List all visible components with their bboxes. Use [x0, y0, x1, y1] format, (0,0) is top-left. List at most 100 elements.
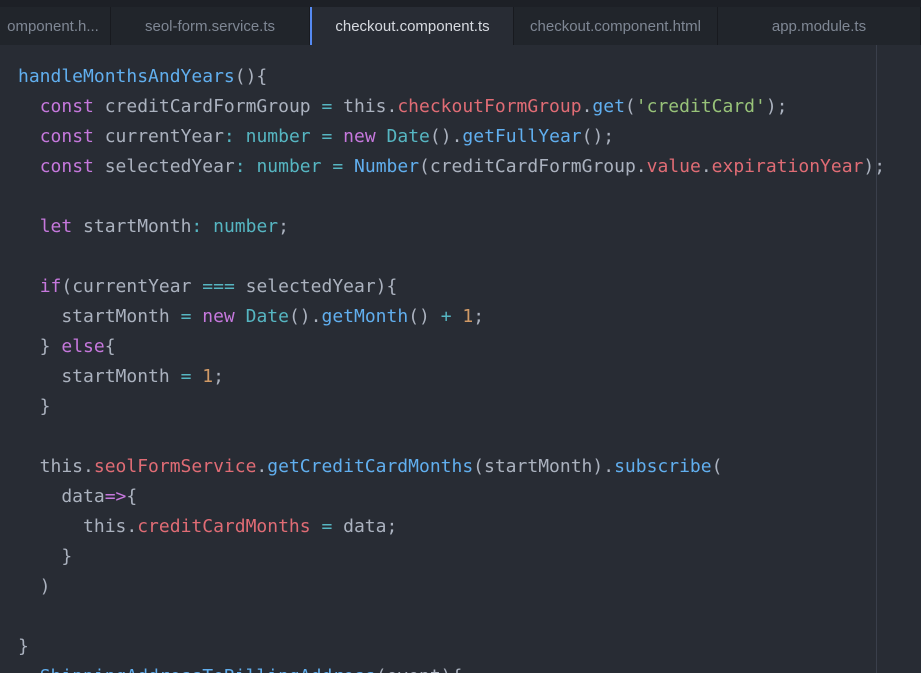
code-token: (){ — [234, 66, 268, 87]
tab-label: seol-form.service.ts — [144, 17, 276, 35]
code-token: Date — [245, 306, 289, 327]
code-token: new — [202, 306, 235, 327]
code-line[interactable]: startMonth = 1; — [18, 362, 885, 392]
code-token: creditCardMonths — [137, 516, 311, 537]
code-editor[interactable]: handleMonthsAndYears(){ const creditCard… — [0, 45, 921, 673]
code-token: = — [180, 306, 192, 327]
tab-label: checkout.component.ts — [335, 17, 490, 35]
code-token: . — [700, 156, 712, 177]
code-token: new — [343, 126, 376, 147]
code-line[interactable]: } else{ — [18, 332, 885, 362]
code-token: else — [61, 336, 105, 357]
code-line[interactable]: } — [18, 542, 885, 572]
code-token: ) — [18, 576, 51, 597]
code-token: number — [256, 156, 322, 177]
code-token: () — [408, 306, 441, 327]
code-line[interactable]: const creditCardFormGroup = this.checkou… — [18, 92, 885, 122]
code-token: expirationYear — [711, 156, 864, 177]
code-token: = — [321, 96, 333, 117]
tab-checkout-component-ts[interactable]: checkout.component.ts — [310, 7, 514, 45]
tab-label: app.module.ts — [771, 17, 867, 35]
code-line[interactable] — [18, 422, 885, 452]
code-token: } — [18, 336, 62, 357]
tab-bar-top-strip — [0, 0, 921, 7]
code-line[interactable]: const selectedYear: number = Number(cred… — [18, 152, 885, 182]
code-token: this. — [18, 456, 94, 477]
code-token: startMonth — [18, 366, 181, 387]
code-token: subscribe — [614, 456, 712, 477]
code-token: 1 — [202, 366, 214, 387]
code-token: : — [191, 216, 203, 237]
code-token: Date — [386, 126, 430, 147]
code-token: ShippingAddressToBillingAddress — [40, 666, 376, 673]
code-token: ); — [863, 156, 886, 177]
tab-seol-form-service[interactable]: seol-form.service.ts — [111, 7, 310, 45]
tab-label: omponent.h... — [7, 17, 99, 35]
code-token: { — [126, 486, 138, 507]
code-token: get — [592, 96, 625, 117]
code-token: (). — [429, 126, 463, 147]
code-line[interactable]: } — [18, 392, 885, 422]
code-token: (currentYear — [61, 276, 203, 297]
code-token: (startMonth). — [473, 456, 615, 477]
code-block[interactable]: handleMonthsAndYears(){ const creditCard… — [18, 62, 885, 673]
code-token: getMonth — [321, 306, 409, 327]
code-token: if — [39, 276, 62, 297]
code-token: (); — [581, 126, 615, 147]
tab-label: checkout.component.html — [530, 17, 701, 35]
code-token: = — [180, 366, 192, 387]
code-token: handleMonthsAndYears — [18, 66, 235, 87]
code-line[interactable]: handleMonthsAndYears(){ — [18, 62, 885, 92]
code-token: ); — [765, 96, 788, 117]
code-token: 'creditCard' — [635, 96, 766, 117]
code-line[interactable] — [18, 242, 885, 272]
code-token: ( — [711, 456, 723, 477]
code-line[interactable]: if(currentYear === selectedYear){ — [18, 272, 885, 302]
code-line[interactable]: } — [18, 632, 885, 662]
tab-component-html-partial[interactable]: omponent.h... — [0, 7, 111, 45]
code-token: const — [39, 126, 94, 147]
code-token: ( — [624, 96, 636, 117]
code-token: = — [321, 516, 333, 537]
code-token: selectedYear){ — [234, 276, 398, 297]
tab-checkout-component-html[interactable]: checkout.component.html — [514, 7, 718, 45]
code-line[interactable]: data=>{ — [18, 482, 885, 512]
code-token: getFullYear — [462, 126, 582, 147]
code-token: currentYear — [93, 126, 224, 147]
code-line[interactable]: ShippingAddressToBillingAddress(event){ — [18, 662, 885, 673]
code-line[interactable]: this.seolFormService.getCreditCardMonths… — [18, 452, 885, 482]
code-token: (). — [288, 306, 322, 327]
code-token: 1 — [462, 306, 474, 327]
code-line[interactable]: startMonth = new Date().getMonth() + 1; — [18, 302, 885, 332]
code-line[interactable]: let startMonth: number; — [18, 212, 885, 242]
code-token: startMonth — [18, 306, 181, 327]
code-token: value — [646, 156, 701, 177]
code-token: (creditCardFormGroup. — [419, 156, 647, 177]
code-token: : — [234, 156, 246, 177]
code-token: checkoutFormGroup — [397, 96, 582, 117]
code-token: . — [256, 456, 268, 477]
code-token: this. — [332, 96, 398, 117]
code-token: const — [39, 156, 94, 177]
code-line[interactable] — [18, 182, 885, 212]
tab-app-module-ts[interactable]: app.module.ts — [718, 7, 921, 45]
code-line[interactable]: const currentYear: number = new Date().g… — [18, 122, 885, 152]
code-line[interactable] — [18, 602, 885, 632]
code-line[interactable]: this.creditCardMonths = data; — [18, 512, 885, 542]
code-line[interactable]: ) — [18, 572, 885, 602]
code-token: } — [18, 546, 73, 567]
code-token: data; — [332, 516, 398, 537]
